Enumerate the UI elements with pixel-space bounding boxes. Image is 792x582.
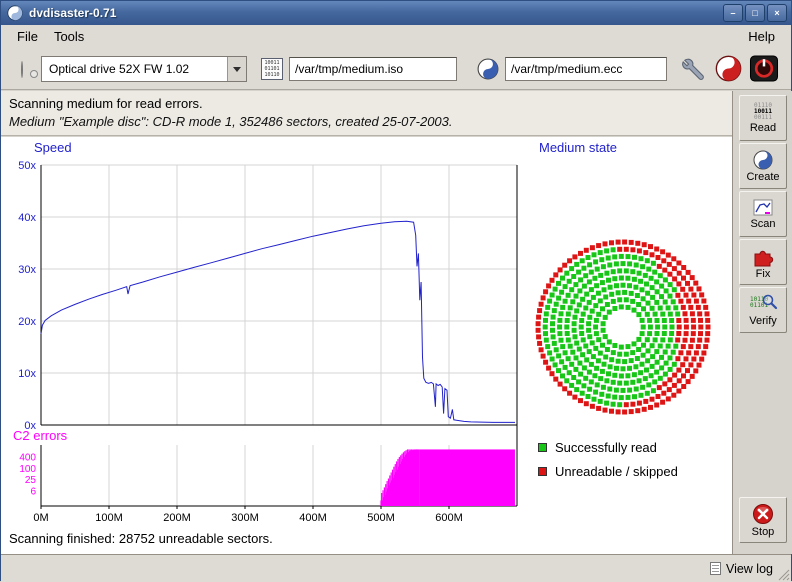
puzzle-piece-icon	[752, 245, 774, 267]
svg-text:30x: 30x	[18, 264, 36, 276]
medium-state-legend: Successfully read Unreadable / skipped	[538, 440, 678, 479]
verify-label: Verify	[749, 315, 777, 327]
help-button[interactable]	[715, 55, 742, 82]
legend-skipped-swatch	[538, 467, 547, 476]
legend-read-swatch	[538, 443, 547, 452]
stop-button[interactable]: Stop	[739, 497, 787, 543]
action-sidebar: 01110 10011 00111 Read Create Scan	[732, 91, 792, 554]
image-file-icon: 10011 01101 10110	[260, 57, 284, 81]
medium-state-disc	[533, 237, 713, 417]
drive-selector[interactable]: Optical drive 52X FW 1.02	[41, 56, 247, 82]
speed-and-c2-chart: 0x10x20x30x40x50x0M100M200M300M400M500M6…	[1, 143, 531, 535]
read-label: Read	[750, 122, 776, 134]
fix-label: Fix	[756, 268, 771, 280]
titlebar[interactable]: dvdisaster-0.71 – □ ×	[1, 1, 791, 25]
view-log-button[interactable]: View log	[706, 559, 777, 578]
drive-icon	[21, 61, 23, 78]
create-label: Create	[746, 171, 779, 183]
view-log-label: View log	[726, 562, 773, 576]
status-heading: Scanning medium for read errors. Medium …	[1, 91, 732, 136]
c2-errors-title: C2 errors	[13, 428, 67, 443]
window-title: dvdisaster-0.71	[29, 6, 723, 20]
stop-label: Stop	[752, 526, 775, 538]
legend-read: Successfully read	[538, 440, 678, 455]
main-content: Speed Medium state C2 errors 0x10x20x30x…	[1, 137, 732, 554]
maximize-button[interactable]: □	[745, 4, 765, 22]
toolbar: Optical drive 52X FW 1.02 10011 01101 10…	[1, 48, 791, 90]
quit-button[interactable]	[749, 55, 779, 82]
legend-skipped-label: Unreadable / skipped	[555, 464, 678, 479]
svg-text:20x: 20x	[18, 316, 36, 328]
svg-text:0M: 0M	[33, 512, 48, 524]
resize-grip[interactable]	[777, 568, 790, 581]
svg-text:6: 6	[30, 487, 36, 498]
menubar: File Tools Help	[1, 25, 791, 48]
yinyang-icon	[753, 150, 773, 170]
dropdown-arrow-icon	[227, 57, 246, 81]
help-yinyang-icon	[715, 55, 742, 82]
svg-text:200M: 200M	[163, 512, 191, 524]
read-button[interactable]: 01110 10011 00111 Read	[739, 95, 787, 141]
heading-line1: Scanning medium for read errors.	[9, 96, 724, 111]
svg-text:400: 400	[19, 453, 36, 464]
svg-text:50x: 50x	[18, 160, 36, 172]
svg-text:400M: 400M	[299, 512, 327, 524]
menu-tools[interactable]: Tools	[46, 27, 92, 46]
menu-file[interactable]: File	[9, 27, 46, 46]
app-icon	[7, 5, 23, 21]
scan-label: Scan	[750, 218, 775, 230]
drive-selector-value: Optical drive 52X FW 1.02	[42, 57, 227, 81]
create-button[interactable]: Create	[739, 143, 787, 189]
minimize-button[interactable]: –	[723, 4, 743, 22]
preferences-button[interactable]	[681, 56, 707, 82]
svg-text:100M: 100M	[95, 512, 123, 524]
scan-chart-icon	[753, 199, 773, 217]
binary-read-icon: 01110 10011 00111	[754, 103, 772, 121]
fix-button[interactable]: Fix	[739, 239, 787, 285]
svg-text:40x: 40x	[18, 212, 36, 224]
heading-line2: Medium "Example disc": CD-R mode 1, 3524…	[9, 114, 724, 129]
log-icon	[710, 562, 721, 575]
legend-read-label: Successfully read	[555, 440, 657, 455]
svg-text:25: 25	[25, 475, 37, 486]
menu-help[interactable]: Help	[740, 27, 783, 46]
image-file-input[interactable]	[289, 57, 457, 81]
svg-text:500M: 500M	[367, 512, 395, 524]
svg-text:600M: 600M	[435, 512, 463, 524]
medium-state-title: Medium state	[539, 140, 617, 155]
svg-text:300M: 300M	[231, 512, 259, 524]
svg-text:100: 100	[19, 464, 36, 475]
ecc-file-input[interactable]	[505, 57, 667, 81]
speed-chart-title: Speed	[34, 140, 72, 155]
close-button[interactable]: ×	[767, 4, 787, 22]
verify-button[interactable]: 10110 01101 Verify	[739, 287, 787, 333]
drive-icon-button[interactable]	[9, 56, 35, 82]
statusbar: View log	[1, 554, 791, 582]
stop-icon	[752, 503, 774, 525]
scan-result-status: Scanning finished: 28752 unreadable sect…	[9, 531, 273, 546]
app-window: dvdisaster-0.71 – □ × File Tools Help Op…	[0, 0, 792, 581]
scan-button[interactable]: Scan	[739, 191, 787, 237]
verify-magnifier-icon: 10110 01101	[750, 294, 776, 314]
ecc-file-icon	[476, 57, 500, 81]
wrench-icon	[681, 56, 707, 82]
power-icon	[749, 55, 779, 82]
svg-text:10x: 10x	[18, 368, 36, 380]
legend-skipped: Unreadable / skipped	[538, 464, 678, 479]
